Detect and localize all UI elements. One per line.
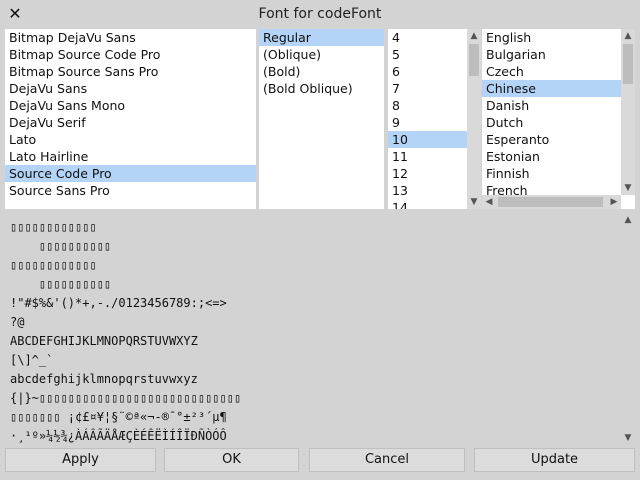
scroll-down-icon[interactable]: ▼ bbox=[621, 431, 635, 445]
font-size-list[interactable]: 4 5 6 7 8 9 10 11 12 13 14 ▲ ▼ bbox=[388, 29, 481, 209]
font-size-item[interactable]: 12 bbox=[388, 165, 467, 182]
preview-line: ▯▯▯▯▯▯▯ ¡¢£¤¥¦§¨©ª«¬-®¯°±²³´µ¶ bbox=[10, 410, 227, 424]
scroll-right-icon[interactable]: ▶ bbox=[607, 195, 621, 209]
font-size-item[interactable]: 5 bbox=[388, 46, 467, 63]
font-family-item[interactable]: Bitmap DejaVu Sans bbox=[5, 29, 256, 46]
cancel-button[interactable]: Cancel bbox=[309, 448, 465, 472]
ok-button[interactable]: OK bbox=[164, 448, 299, 472]
font-family-item[interactable]: Source Sans Pro bbox=[5, 182, 256, 199]
scroll-thumb[interactable] bbox=[469, 44, 479, 76]
preview-line: {|}~▯▯▯▯▯▯▯▯▯▯▯▯▯▯▯▯▯▯▯▯▯▯▯▯▯▯▯▯ bbox=[10, 391, 242, 405]
window-title: Font for codeFont bbox=[258, 6, 382, 22]
scroll-up-icon[interactable]: ▲ bbox=[467, 29, 481, 43]
font-style-item[interactable]: (Oblique) bbox=[259, 46, 384, 63]
font-family-item[interactable]: Bitmap Source Sans Pro bbox=[5, 63, 256, 80]
font-style-item[interactable]: (Bold Oblique) bbox=[259, 80, 384, 97]
preview-line: ·¸¹º»¼½¾¿ÀÁÂÃÄÅÆÇÈÉÊËÌÍÎÏÐÑÒÓÔ bbox=[10, 429, 227, 443]
preview-line: [\]^_` bbox=[10, 353, 54, 367]
title-bar: ✕ Font for codeFont bbox=[0, 0, 640, 29]
font-style-item[interactable]: Regular bbox=[259, 29, 384, 46]
font-size-item[interactable]: 14 bbox=[388, 199, 467, 209]
font-family-item[interactable]: Source Code Pro bbox=[5, 165, 256, 182]
font-preview: ▯▯▯▯▯▯▯▯▯▯▯▯ ▯▯▯▯▯▯▯▯▯▯ ▯▯▯▯▯▯▯▯▯▯▯▯ ▯▯▯▯… bbox=[5, 213, 623, 445]
font-size-item[interactable]: 13 bbox=[388, 182, 467, 199]
language-item[interactable]: Bulgarian bbox=[482, 46, 621, 63]
font-family-item[interactable]: DejaVu Serif bbox=[5, 114, 256, 131]
preview-line: ABCDEFGHIJKLMNOPQRSTUVWXYZ bbox=[10, 334, 198, 348]
language-list[interactable]: English Bulgarian Czech Chinese Danish Dutch E… bbox=[482, 29, 635, 209]
font-style-item[interactable]: (Bold) bbox=[259, 63, 384, 80]
font-family-item[interactable]: DejaVu Sans bbox=[5, 80, 256, 97]
font-family-list[interactable]: Bitmap DejaVu Sans Bitmap Source Code Pro… bbox=[5, 29, 256, 209]
language-item[interactable]: English bbox=[482, 29, 621, 46]
font-size-item[interactable]: 6 bbox=[388, 63, 467, 80]
font-size-item[interactable]: 9 bbox=[388, 114, 467, 131]
language-item[interactable]: Czech bbox=[482, 63, 621, 80]
preview-line: abcdefghijklmnopqrstuvwxyz bbox=[10, 372, 198, 386]
font-size-item[interactable]: 11 bbox=[388, 148, 467, 165]
scroll-down-icon[interactable]: ▼ bbox=[467, 195, 481, 209]
size-scrollbar[interactable]: ▲ ▼ bbox=[467, 29, 481, 209]
font-size-item[interactable]: 4 bbox=[388, 29, 467, 46]
language-scrollbar[interactable]: ▲ ▼ bbox=[621, 29, 635, 195]
scroll-up-icon[interactable]: ▲ bbox=[621, 213, 635, 227]
font-family-item[interactable]: Lato bbox=[5, 131, 256, 148]
scroll-thumb[interactable] bbox=[498, 197, 603, 207]
preview-line: ▯▯▯▯▯▯▯▯▯▯ bbox=[10, 239, 112, 253]
preview-line: !"#$%&'()*+,-./0123456789:;<=> bbox=[10, 296, 227, 310]
preview-line: ▯▯▯▯▯▯▯▯▯▯ bbox=[10, 277, 112, 291]
apply-button[interactable]: Apply bbox=[5, 448, 156, 472]
language-item[interactable]: Chinese bbox=[482, 80, 621, 97]
preview-line: ▯▯▯▯▯▯▯▯▯▯▯▯ bbox=[10, 220, 97, 234]
scroll-up-icon[interactable]: ▲ bbox=[621, 29, 635, 43]
font-size-item[interactable]: 7 bbox=[388, 80, 467, 97]
language-item[interactable]: Danish bbox=[482, 97, 621, 114]
scroll-thumb[interactable] bbox=[623, 44, 633, 84]
scroll-left-icon[interactable]: ◀ bbox=[482, 195, 496, 209]
scroll-down-icon[interactable]: ▼ bbox=[621, 181, 635, 195]
language-item[interactable]: Esperanto bbox=[482, 131, 621, 148]
font-size-item[interactable]: 10 bbox=[388, 131, 467, 148]
font-family-item[interactable]: Bitmap Source Code Pro bbox=[5, 46, 256, 63]
font-family-item[interactable]: Lato Hairline bbox=[5, 148, 256, 165]
font-style-list[interactable]: Regular (Oblique) (Bold) (Bold Oblique) bbox=[259, 29, 384, 209]
font-size-item[interactable]: 8 bbox=[388, 97, 467, 114]
update-button[interactable]: Update bbox=[474, 448, 635, 472]
preview-scrollbar[interactable]: ▲ ▼ bbox=[621, 213, 635, 445]
language-item[interactable]: Estonian bbox=[482, 148, 621, 165]
language-item[interactable]: Dutch bbox=[482, 114, 621, 131]
language-item[interactable]: Finnish bbox=[482, 165, 621, 182]
preview-line: ?@ bbox=[10, 315, 25, 329]
language-hscrollbar[interactable]: ◀ ▶ bbox=[482, 195, 621, 209]
preview-line: ▯▯▯▯▯▯▯▯▯▯▯▯ bbox=[10, 258, 97, 272]
font-family-item[interactable]: DejaVu Sans Mono bbox=[5, 97, 256, 114]
